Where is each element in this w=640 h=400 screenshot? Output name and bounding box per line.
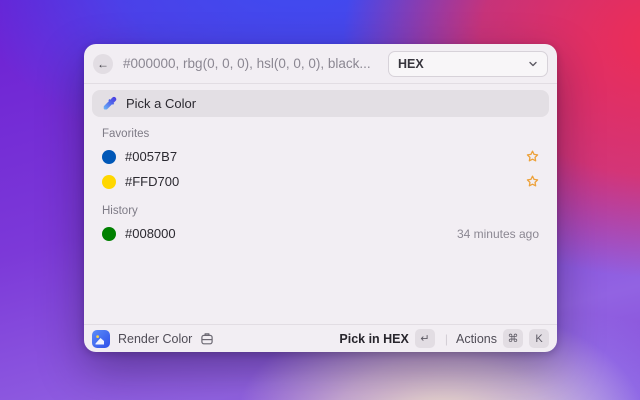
search-bar: ← #000000, rbg(0, 0, 0), hsl(0, 0, 0), b… — [84, 44, 557, 84]
favorite-color-row[interactable]: #0057B7 — [92, 144, 549, 169]
k-key-icon: K — [529, 329, 549, 348]
color-hex-label: #008000 — [125, 226, 176, 241]
pick-a-color-label: Pick a Color — [126, 96, 197, 111]
primary-action-button[interactable]: Pick in HEX — [339, 332, 408, 346]
footer-divider: | — [444, 331, 448, 346]
extension-name: Render Color — [118, 331, 193, 346]
color-swatch-yellow — [102, 174, 116, 189]
desktop-wallpaper: ← #000000, rbg(0, 0, 0), hsl(0, 0, 0), b… — [0, 0, 640, 400]
color-swatch-green — [102, 226, 116, 241]
color-hex-label: #FFD700 — [125, 174, 180, 189]
favorites-section-title: Favorites — [102, 128, 150, 140]
history-section-title: History — [102, 205, 138, 217]
favorite-color-row[interactable]: #FFD700 — [92, 169, 549, 194]
back-arrow-icon: ← — [97, 56, 109, 71]
format-dropdown-value: HEX — [398, 56, 424, 71]
color-hex-label: #0057B7 — [125, 149, 178, 164]
pick-a-color-row[interactable]: Pick a Color — [92, 90, 549, 117]
footer-actions: Pick in HEX ↵ | Actions ⌘ K — [339, 329, 549, 348]
history-color-row[interactable]: #008000 34 minutes ago — [92, 221, 549, 246]
favorite-star-icon[interactable] — [526, 175, 539, 188]
eyedropper-icon — [102, 96, 117, 111]
chevron-down-icon — [528, 59, 538, 69]
color-swatch-blue — [102, 149, 116, 164]
return-key-icon: ↵ — [414, 329, 435, 348]
command-key-icon: ⌘ — [503, 329, 523, 348]
render-color-app-icon — [92, 329, 110, 348]
history-timestamp: 34 minutes ago — [456, 226, 539, 241]
list-body: Pick a Color Favorites #0057B7 #FFD700 H… — [84, 84, 557, 324]
color-picker-window: ← #000000, rbg(0, 0, 0), hsl(0, 0, 0), b… — [84, 44, 557, 352]
actions-menu-button[interactable]: Actions — [456, 332, 497, 346]
printer-icon — [200, 332, 214, 346]
back-button[interactable]: ← — [93, 53, 113, 74]
format-dropdown[interactable]: HEX — [388, 50, 548, 77]
search-input[interactable]: #000000, rbg(0, 0, 0), hsl(0, 0, 0), bla… — [123, 56, 388, 71]
favorite-star-icon[interactable] — [526, 150, 539, 163]
action-bar: Render Color Pick in HEX ↵ | Actions ⌘ K — [84, 324, 557, 352]
